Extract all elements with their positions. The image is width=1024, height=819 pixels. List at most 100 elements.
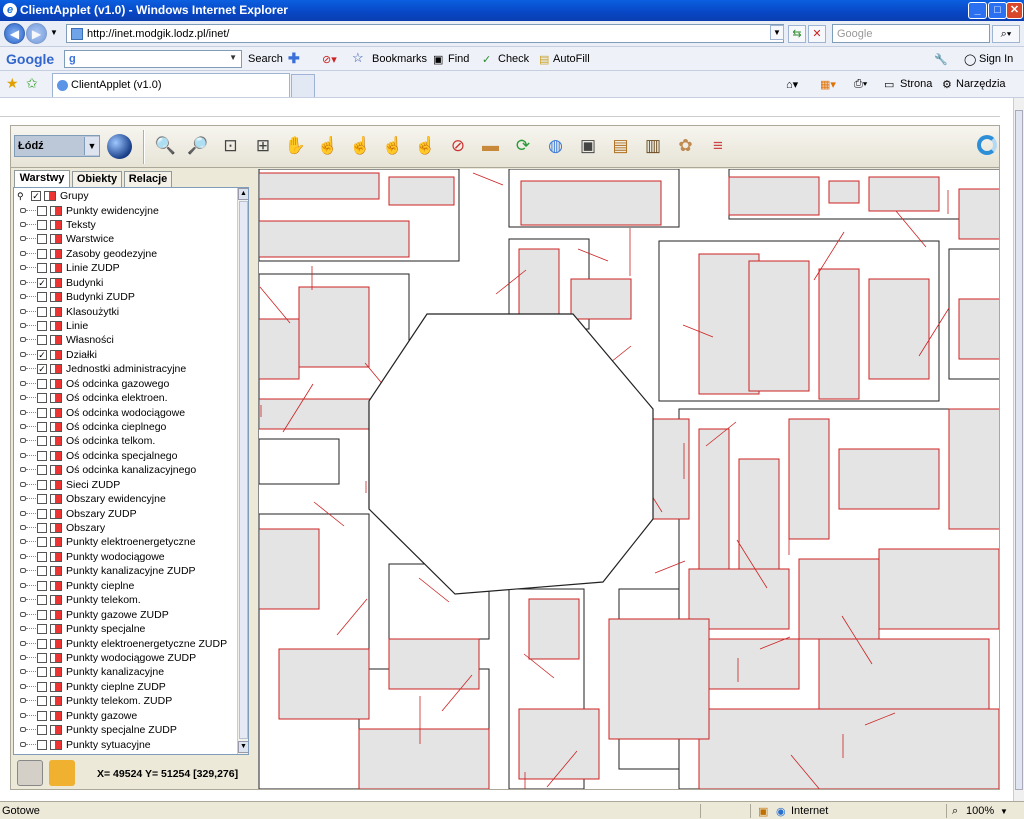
- building[interactable]: [828, 180, 860, 204]
- forward-button[interactable]: ▶: [26, 23, 47, 44]
- building[interactable]: [528, 598, 580, 660]
- layer-checkbox[interactable]: [37, 479, 47, 490]
- city-select[interactable]: Łódź ▼: [14, 135, 100, 157]
- layer-row[interactable]: Punkty wodociągowe: [14, 550, 236, 564]
- layer-row[interactable]: Punkty sytuacyjne: [14, 738, 236, 752]
- tab-warstwy[interactable]: Warstwy: [14, 170, 70, 187]
- google-search-button[interactable]: Search: [248, 53, 283, 65]
- layer-checkbox[interactable]: [37, 450, 47, 461]
- layer-checkbox[interactable]: [37, 710, 47, 721]
- select-hand-icon[interactable]: ☝: [314, 132, 343, 161]
- home-icon[interactable]: ⌂▾: [786, 78, 798, 91]
- zoom-dropdown-icon[interactable]: ▼: [1000, 807, 1008, 816]
- layer-checkbox[interactable]: [37, 205, 47, 216]
- page-menu-button[interactable]: Strona: [900, 78, 932, 90]
- tree-root[interactable]: ⚲ ✓ Grupy: [14, 189, 236, 203]
- layer-checkbox[interactable]: [37, 465, 47, 476]
- search-input[interactable]: Google: [832, 24, 990, 43]
- layer-checkbox[interactable]: [37, 292, 47, 303]
- layer-checkbox[interactable]: [37, 321, 47, 332]
- zoom-out-icon[interactable]: 🔍: [151, 132, 180, 161]
- layer-checkbox[interactable]: ✓: [37, 277, 47, 288]
- layer-checkbox[interactable]: [37, 407, 47, 418]
- info-hand-icon[interactable]: ☝: [346, 132, 375, 161]
- layer-row[interactable]: Punkty kanalizacyjne: [14, 665, 236, 679]
- layer-checkbox[interactable]: [37, 494, 47, 505]
- stop-button[interactable]: ✕: [808, 25, 826, 43]
- layer-row[interactable]: Oś odcinka specjalnego: [14, 449, 236, 463]
- layer-checkbox[interactable]: [37, 263, 47, 274]
- page-scrollbar[interactable]: [1013, 98, 1024, 801]
- layer-row[interactable]: ✓ Jednostki administracyjne: [14, 362, 236, 376]
- zoom-window-icon[interactable]: ⊞: [249, 132, 278, 161]
- maximize-button[interactable]: □: [988, 2, 1007, 19]
- search-go-icon[interactable]: ⌕▾: [992, 25, 1020, 43]
- layer-row[interactable]: Punkty telekom. ZUDP: [14, 694, 236, 708]
- building[interactable]: [298, 286, 370, 368]
- building[interactable]: [728, 176, 820, 216]
- layer-row[interactable]: Oś odcinka elektroen.: [14, 391, 236, 405]
- legend-icon[interactable]: ≡: [704, 132, 733, 161]
- building[interactable]: [518, 708, 600, 780]
- wrench-icon[interactable]: 🔧: [934, 53, 948, 66]
- tab-relacje[interactable]: Relacje: [124, 171, 172, 187]
- layer-row[interactable]: Punkty kanalizacyjne ZUDP: [14, 564, 236, 578]
- layer-row[interactable]: Oś odcinka cieplnego: [14, 420, 236, 434]
- add-favorite-icon[interactable]: ✩: [26, 75, 38, 92]
- layer-row[interactable]: Oś odcinka telkom.: [14, 434, 236, 448]
- building[interactable]: [259, 318, 300, 380]
- zoom-extent-icon[interactable]: ⊡: [216, 132, 245, 161]
- add-icon[interactable]: ✚: [288, 50, 300, 67]
- layer-row[interactable]: Punkty specjalne: [14, 622, 236, 636]
- layer-checkbox[interactable]: [37, 681, 47, 692]
- layer-row[interactable]: Zasoby geodezyjne: [14, 247, 236, 261]
- layer-checkbox[interactable]: [37, 335, 47, 346]
- building[interactable]: [958, 188, 999, 240]
- building[interactable]: [788, 418, 830, 540]
- layer-row[interactable]: Oś odcinka kanalizacyjnego: [14, 463, 236, 477]
- popup-blocker-icon[interactable]: ⊘▾: [322, 53, 337, 66]
- building[interactable]: [868, 278, 930, 380]
- layer-checkbox[interactable]: ✓: [37, 364, 47, 375]
- layer-row[interactable]: Punkty cieplne: [14, 579, 236, 593]
- building[interactable]: [798, 558, 880, 640]
- layer-row[interactable]: ✓ Działki: [14, 348, 236, 362]
- layer-checkbox[interactable]: [37, 551, 47, 562]
- zoom-level[interactable]: 100%: [966, 805, 994, 817]
- tab-clientapplet[interactable]: ClientApplet (v1.0): [52, 73, 290, 97]
- building[interactable]: [259, 220, 410, 258]
- building[interactable]: [818, 268, 860, 400]
- building[interactable]: [878, 548, 999, 630]
- building[interactable]: [608, 618, 710, 740]
- print-icon[interactable]: ▣: [574, 132, 603, 161]
- globe-icon[interactable]: [107, 134, 132, 159]
- chevron-down-icon[interactable]: ▼: [84, 137, 99, 155]
- layer-row[interactable]: Obszary ZUDP: [14, 507, 236, 521]
- layer-row[interactable]: Obszary: [14, 521, 236, 535]
- new-tab-button[interactable]: [291, 74, 315, 97]
- tree-scrollbar[interactable]: ▲ ▼: [237, 188, 248, 754]
- layer-checkbox[interactable]: [37, 652, 47, 663]
- building[interactable]: [358, 728, 490, 789]
- close-button[interactable]: ✕: [1006, 2, 1023, 19]
- central-square[interactable]: [368, 313, 654, 595]
- sign-in-button[interactable]: Sign In: [979, 53, 1013, 65]
- layer-row[interactable]: Oś odcinka wodociągowe: [14, 406, 236, 420]
- building[interactable]: [948, 408, 999, 530]
- layer-row[interactable]: Budynki ZUDP: [14, 290, 236, 304]
- layer-checkbox[interactable]: [37, 248, 47, 259]
- layer-checkbox[interactable]: [37, 725, 47, 736]
- page-scroll-thumb[interactable]: [1015, 110, 1023, 790]
- refresh-icon[interactable]: ⟳: [509, 132, 538, 161]
- city-block[interactable]: [259, 438, 340, 485]
- scroll-down-icon[interactable]: ▼: [238, 741, 248, 753]
- layer-row[interactable]: Obszary ewidencyjne: [14, 492, 236, 506]
- building[interactable]: [698, 428, 730, 570]
- layer-checkbox[interactable]: [37, 739, 47, 750]
- tab-obiekty[interactable]: Obiekty: [72, 171, 122, 187]
- layer-row[interactable]: Punkty ewidencyjne: [14, 204, 236, 218]
- scroll-up-icon[interactable]: ▲: [238, 188, 248, 200]
- export-icon[interactable]: ▤: [606, 132, 635, 161]
- building[interactable]: [698, 638, 800, 690]
- building[interactable]: [818, 638, 990, 720]
